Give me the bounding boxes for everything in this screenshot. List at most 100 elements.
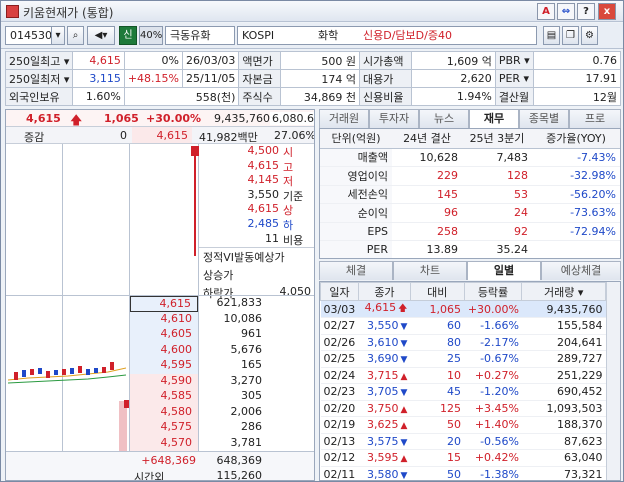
header-price: 4,615 xyxy=(132,127,192,143)
tab-news[interactable]: 뉴스 xyxy=(419,109,469,128)
daily-row[interactable]: 02/25 3,690 ▼ 25 -0.67% 289,727 xyxy=(320,350,606,368)
ask-row[interactable]: 4,610 10,086 xyxy=(6,311,314,327)
finance-body: 매출액 10,628 7,483 -7.43% 영업이익 229 128 -32.98% 세전손… xyxy=(320,148,620,258)
candle xyxy=(62,369,66,375)
main-window: 키움현재가 (통합) A ⇔ ? x 014530 ▾ ⌕ ◀▾ 신 40% 극… xyxy=(0,0,624,482)
ask-price[interactable]: 4,605 xyxy=(130,327,198,343)
ask-row[interactable]: 4,605 961 xyxy=(6,327,314,343)
orderbook-header: 증감 0 4,615 41,982백만 27.06% xyxy=(6,127,314,144)
tab-chart[interactable]: 차트 xyxy=(393,261,467,280)
stat-value: 2,485 xyxy=(247,216,280,230)
stat-value: 4,500 xyxy=(247,144,280,157)
footer-total: 648,369 xyxy=(216,454,263,467)
label-pbr[interactable]: PBR ▾ xyxy=(494,51,534,70)
daily-close-value: 4,615 xyxy=(364,301,397,314)
value-capital: 174 억 xyxy=(280,69,360,88)
daily-table: 일자 종가 대비 등락률 거래량 ▾ 03/03 4,615 🡅 1,065 +30.0… xyxy=(320,282,606,481)
daily-diff: 60 xyxy=(410,317,465,335)
daily-header[interactable]: 거래량 ▾ xyxy=(521,282,606,301)
bid-price[interactable]: 4,590 xyxy=(130,373,198,389)
stock-code-input[interactable]: 014530 xyxy=(5,26,57,45)
change-label: 증감 xyxy=(24,131,45,144)
daily-row[interactable]: 02/19 3,625 ▲ 50 +1.40% 188,370 xyxy=(320,416,606,434)
daily-date: 02/13 xyxy=(320,433,359,450)
down-triangle-icon: ▼ xyxy=(400,470,408,481)
daily-row[interactable]: 02/27 3,550 ▼ 60 -1.66% 155,584 xyxy=(320,317,606,335)
bid-price[interactable]: 4,570 xyxy=(130,435,198,451)
label-250-low[interactable]: 250일최저 ▾ xyxy=(4,69,74,88)
font-a-button[interactable]: A xyxy=(537,3,555,20)
title-bar: 키움현재가 (통합) A ⇔ ? x xyxy=(1,1,623,22)
bid-row[interactable]: 4,580 2,006 xyxy=(6,404,314,420)
ask-price[interactable]: 4,610 xyxy=(130,311,198,327)
daily-row[interactable]: 02/12 3,595 ▲ 15 +0.42% 63,040 xyxy=(320,449,606,467)
gear-icon[interactable]: ⚙ xyxy=(581,26,598,45)
copy-icon[interactable]: ❐ xyxy=(562,26,579,45)
candle xyxy=(46,371,50,378)
daily-close: 3,610 ▼ xyxy=(358,334,411,351)
code-dropdown-button[interactable]: ▾ xyxy=(51,26,65,45)
tab-traders[interactable]: 거래원 xyxy=(319,109,369,128)
daily-scrollbar[interactable] xyxy=(606,282,620,480)
page-icon[interactable]: ▤ xyxy=(543,26,560,45)
tab-finance[interactable]: 재무 xyxy=(469,109,519,128)
stat-value: 4,615 xyxy=(247,202,280,216)
ask-qty: 621,833 xyxy=(216,296,263,309)
daily-row[interactable]: 02/13 3,575 ▼ 20 -0.56% 87,623 xyxy=(320,433,606,450)
bid-row[interactable]: 4,575 286 xyxy=(6,420,314,436)
daily-close-value: 3,715 xyxy=(366,368,399,382)
help-button[interactable]: ? xyxy=(577,3,595,20)
bid-price[interactable]: 4,575 xyxy=(130,420,198,436)
finance-label: 영업이익 xyxy=(320,166,392,186)
daily-rate: +3.45% xyxy=(464,400,522,417)
daily-close-value: 3,595 xyxy=(366,451,399,465)
ask-row[interactable]: 4,615 621,833 xyxy=(6,296,314,312)
range-head xyxy=(191,146,199,156)
tab-daily[interactable]: 일별 xyxy=(467,261,541,280)
tab-program[interactable]: 프로 xyxy=(569,109,621,128)
speaker-icon[interactable]: ◀▾ xyxy=(87,26,115,45)
daily-rate: +1.40% xyxy=(464,416,522,434)
tab-expected[interactable]: 예상체결 xyxy=(541,261,621,280)
stat-value: 4,615 xyxy=(247,158,280,172)
ask-price[interactable]: 4,595 xyxy=(130,358,198,374)
market-info-bar: KOSPI 화학 신용D/담보D/증40 xyxy=(237,26,537,45)
finance-value-2024: 258 xyxy=(392,222,462,241)
bid-row[interactable]: 4,585 305 xyxy=(6,389,314,405)
label-250-high[interactable]: 250일최고 ▾ xyxy=(4,51,74,70)
bid-row[interactable]: 4,570 3,781 xyxy=(6,435,314,451)
daily-row[interactable]: 02/11 3,580 ▼ 50 -1.38% 73,321 xyxy=(320,466,606,481)
ask-price[interactable]: 4,600 xyxy=(130,342,198,358)
search-icon[interactable]: ⌕ xyxy=(67,26,84,45)
label-per[interactable]: PER ▾ xyxy=(494,69,534,88)
daily-close-value: 3,575 xyxy=(366,434,399,448)
tab-by-stock[interactable]: 종목별 xyxy=(519,109,569,128)
ask-price[interactable]: 4,615 xyxy=(130,296,198,312)
stat-row: 4,615 고 xyxy=(199,158,314,174)
daily-close: 3,625 ▲ xyxy=(358,416,411,434)
daily-row[interactable]: 02/20 3,750 ▲ 125 +3.45% 1,093,503 xyxy=(320,400,606,417)
finance-yoy: -56.20% xyxy=(532,185,620,204)
bid-price[interactable]: 4,580 xyxy=(130,404,198,420)
after-hours-value: 115,260 xyxy=(216,469,263,481)
daily-row[interactable]: 03/03 4,615 🡅 1,065 +30.00% 9,435,760 xyxy=(320,300,606,318)
daily-diff: 20 xyxy=(410,433,465,450)
candle xyxy=(110,362,114,370)
finance-row: 매출액 10,628 7,483 -7.43% xyxy=(320,148,620,167)
footer-diff: +648,369 xyxy=(141,454,196,467)
label-credit-ratio: 신용비율 xyxy=(358,87,412,106)
daily-diff: 80 xyxy=(410,334,465,351)
tab-investors[interactable]: 투자자 xyxy=(369,109,419,128)
price-bar: 4,615 🡅 1,065 +30.00% 9,435,760 6,080.6 xyxy=(6,110,314,127)
daily-row[interactable]: 02/23 3,705 ▼ 45 -1.20% 690,452 xyxy=(320,383,606,401)
tab-trades[interactable]: 체결 xyxy=(319,261,393,280)
finance-label: PER xyxy=(320,240,392,258)
daily-row[interactable]: 02/24 3,715 ▲ 10 +0.27% 251,229 xyxy=(320,367,606,384)
daily-row[interactable]: 02/26 3,610 ▼ 80 -2.17% 204,641 xyxy=(320,334,606,351)
finance-row: 순이익 96 24 -73.63% xyxy=(320,203,620,223)
bid-price[interactable]: 4,585 xyxy=(130,389,198,405)
finance-value-2025q3: 53 xyxy=(462,185,532,204)
finance-label: 순이익 xyxy=(320,203,392,223)
pin-icon[interactable]: ⇔ xyxy=(557,3,575,20)
close-button[interactable]: x xyxy=(598,3,616,20)
